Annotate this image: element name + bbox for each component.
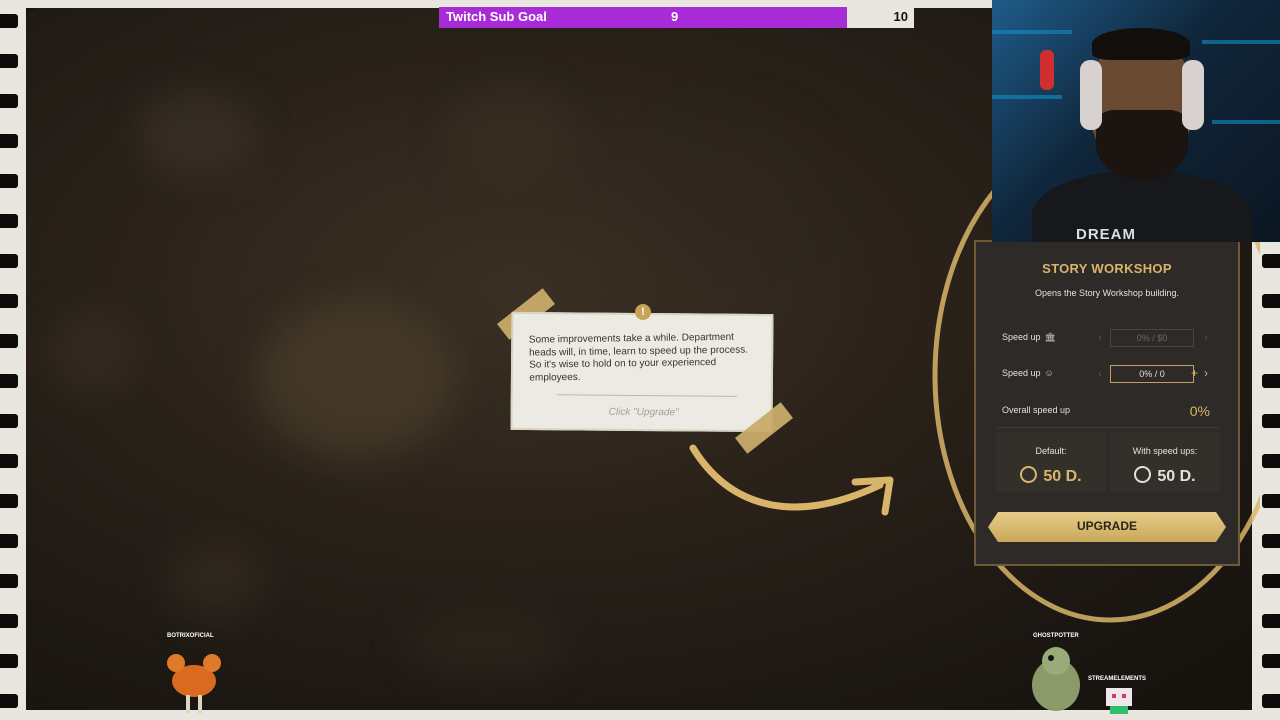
- speedup-staff-next-icon[interactable]: ›: [1204, 366, 1208, 380]
- speedup-money-row: Speed up 🏛︎: [1002, 332, 1056, 343]
- panel-subtitle: Opens the Story Workshop building.: [1035, 288, 1179, 298]
- film-hole: [0, 614, 18, 628]
- film-hole: [0, 454, 18, 468]
- speedup-money-label: Speed up: [1002, 332, 1041, 342]
- pet-name-ghostpotter: GHOSTPOTTER: [1033, 633, 1079, 639]
- film-hole: [1262, 654, 1280, 668]
- pet-name-botrix: BOTRIXOFICIAL: [167, 633, 214, 639]
- streamer-hair: [1092, 28, 1190, 60]
- film-hole: [1262, 574, 1280, 588]
- speedup-money-value: 0% / $0: [1110, 329, 1194, 347]
- speedup-money-decrease-button[interactable]: ‹: [1098, 330, 1102, 344]
- person-icon: ☺: [1044, 368, 1054, 378]
- default-duration-label: Default:: [1035, 446, 1067, 456]
- robot-pet-icon: [1106, 688, 1132, 714]
- figurine: [1040, 50, 1054, 90]
- film-hole: [1262, 534, 1280, 548]
- webcam-overlay: DREAM: [992, 0, 1280, 242]
- bird-pet-icon: [167, 654, 221, 713]
- speedup-staff-increase-button[interactable]: +: [1191, 366, 1198, 380]
- default-duration-value: 50 D.: [1043, 468, 1082, 485]
- film-hole: [0, 94, 18, 108]
- film-hole: [1262, 414, 1280, 428]
- panel-title: STORY WORKSHOP: [1042, 261, 1172, 276]
- speedup-staff-stepper[interactable]: ‹ 0% / 0 + ›: [1098, 365, 1216, 383]
- film-hole: [1262, 694, 1280, 708]
- clock-icon: [1134, 466, 1152, 483]
- tutorial-cta: Click "Upgrade": [608, 406, 679, 419]
- film-hole: [1262, 454, 1280, 468]
- speedup-money-increase-button[interactable]: ›: [1204, 330, 1208, 344]
- upgrade-button[interactable]: UPGRADE: [988, 512, 1226, 542]
- film-hole: [0, 134, 18, 148]
- film-hole: [0, 334, 18, 348]
- warning-icon: !: [635, 304, 651, 320]
- duck-pet-icon: [1032, 647, 1080, 711]
- bank-icon: 🏛︎: [1044, 332, 1056, 342]
- film-hole: [1262, 334, 1280, 348]
- film-hole: [0, 694, 18, 708]
- film-hole: [0, 254, 18, 268]
- speedup-staff-label: Speed up: [1002, 368, 1041, 378]
- speedup-money-stepper[interactable]: ‹ 0% / $0 ›: [1098, 329, 1216, 347]
- overall-speedup-value: 0%: [1189, 403, 1210, 419]
- film-hole: [1262, 614, 1280, 628]
- film-hole: [0, 494, 18, 508]
- film-hole: [0, 174, 18, 188]
- film-hole: [1262, 374, 1280, 388]
- speedup-staff-row: Speed up ☺: [1002, 368, 1054, 378]
- film-hole: [0, 534, 18, 548]
- speedup-duration-value: 50 D.: [1157, 468, 1196, 485]
- film-hole: [1262, 294, 1280, 308]
- upgrade-button-label: UPGRADE: [1076, 519, 1137, 533]
- film-hole: [0, 574, 18, 588]
- film-hole: [0, 654, 18, 668]
- film-hole: [0, 14, 18, 28]
- speedup-duration-label: With speed ups:: [1132, 446, 1198, 456]
- clock-icon: [1020, 466, 1038, 483]
- sub-goal-label: Twitch Sub Goal: [446, 9, 547, 24]
- speedup-staff-value: 0% / 0: [1110, 365, 1194, 383]
- film-hole: [0, 414, 18, 428]
- film-hole: [1262, 494, 1280, 508]
- film-strip-left: [0, 0, 26, 720]
- speedup-staff-decrease-button[interactable]: ‹: [1098, 366, 1102, 380]
- streamer-shirt: [1032, 170, 1252, 242]
- pet-name-streamelements: STREAMELEMENTS: [1088, 676, 1147, 682]
- pointer-arrow-icon: [689, 444, 894, 516]
- tutorial-note: Some improvements take a while. Departme…: [510, 311, 774, 433]
- streamer-beard: [1096, 110, 1188, 180]
- speedup-duration-box: With speed ups: 50 D.: [1110, 432, 1220, 492]
- headphones-left: [1080, 60, 1102, 130]
- sub-goal-current: 9: [671, 9, 679, 24]
- film-hole: [1262, 254, 1280, 268]
- sub-goal-bar: Twitch Sub Goal 9 10: [439, 7, 914, 28]
- film-hole: [0, 294, 18, 308]
- headphones-right: [1182, 60, 1204, 130]
- overall-speedup-label: Overall speed up: [1002, 405, 1071, 415]
- note-divider: [556, 394, 737, 397]
- film-hole: [0, 374, 18, 388]
- tutorial-text: Some improvements take a while. Departme…: [528, 331, 749, 384]
- panel-divider: [996, 427, 1220, 428]
- sub-goal-target: 10: [893, 9, 908, 24]
- film-hole: [0, 214, 18, 228]
- shirt-text: DREAM: [1076, 226, 1136, 242]
- film-hole: [0, 54, 18, 68]
- default-duration-box: Default: 50 D.: [996, 432, 1106, 492]
